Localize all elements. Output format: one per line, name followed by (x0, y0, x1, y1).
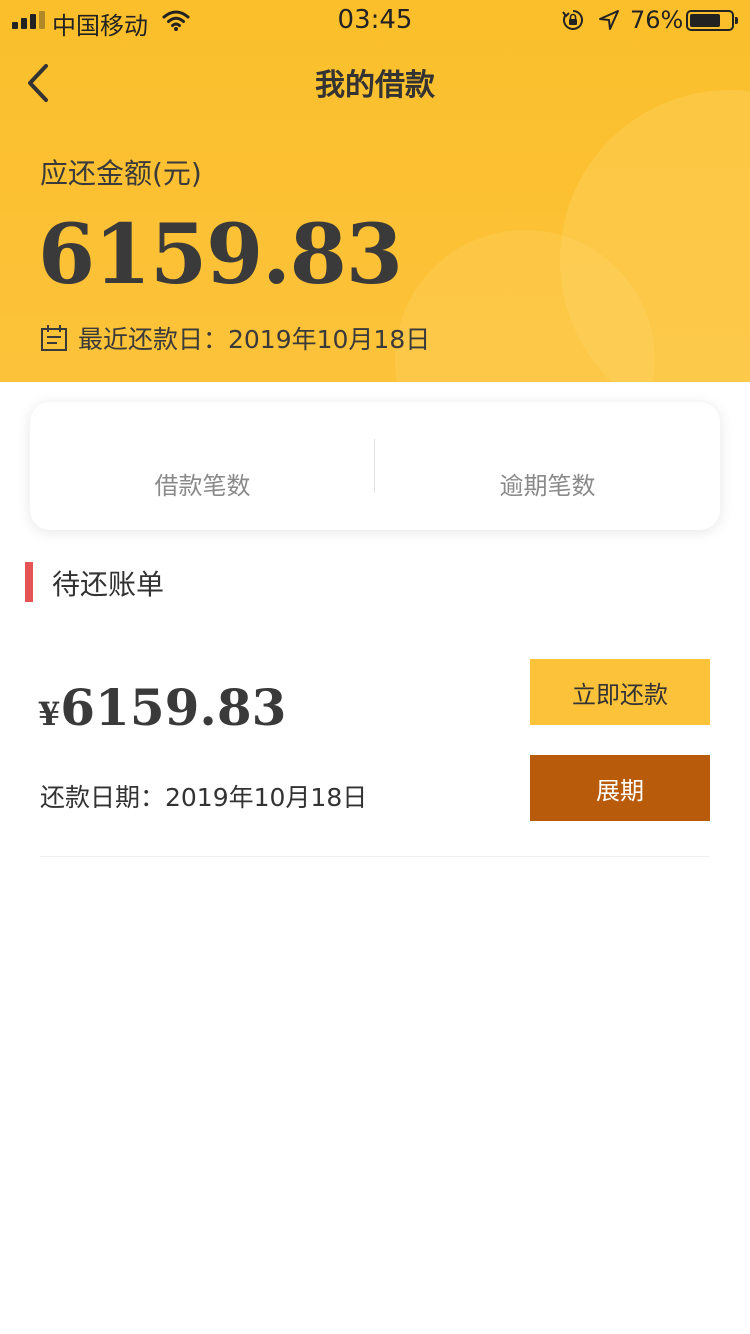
due-amount: 6159.83 (38, 207, 403, 303)
next-due-date-row: 最近还款日：2019年10月18日 (40, 322, 430, 354)
section-title-pending-bills: 待还账单 (52, 568, 165, 601)
bill-currency: ¥ (38, 695, 61, 733)
bill-divider (40, 856, 710, 857)
overdue-count-stat[interactable]: 逾期笔数 (375, 402, 720, 530)
orientation-lock-icon (562, 10, 583, 30)
bill-amount: ¥6159.83 (38, 676, 286, 752)
loan-stats-card: 借款笔数 逾期笔数 (30, 402, 720, 530)
loan-count-stat[interactable]: 借款笔数 (30, 402, 375, 530)
repay-now-button[interactable]: 立即还款 (530, 659, 710, 725)
header-banner: 中国移动 03:45 76% 我的借款 应还金额(元) 6159.83 最近还款… (0, 0, 750, 382)
bill-due-date: 还款日期：2019年10月18日 (40, 783, 368, 812)
battery-icon (686, 10, 738, 31)
page-title: 我的借款 (315, 68, 435, 103)
location-arrow-icon (599, 10, 619, 30)
loan-count-label: 借款笔数 (154, 472, 251, 500)
bill-amount-value: 6159.83 (60, 678, 287, 737)
battery-percent: 76% (630, 6, 684, 34)
overdue-count-label: 逾期笔数 (499, 472, 596, 500)
next-due-date: 最近还款日：2019年10月18日 (78, 325, 431, 354)
due-amount-label: 应还金额(元) (40, 157, 202, 190)
status-bar: 中国移动 03:45 76% (0, 0, 750, 40)
extend-loan-button[interactable]: 展期 (530, 755, 710, 821)
section-accent-bar (25, 562, 33, 602)
calendar-icon (41, 325, 67, 351)
